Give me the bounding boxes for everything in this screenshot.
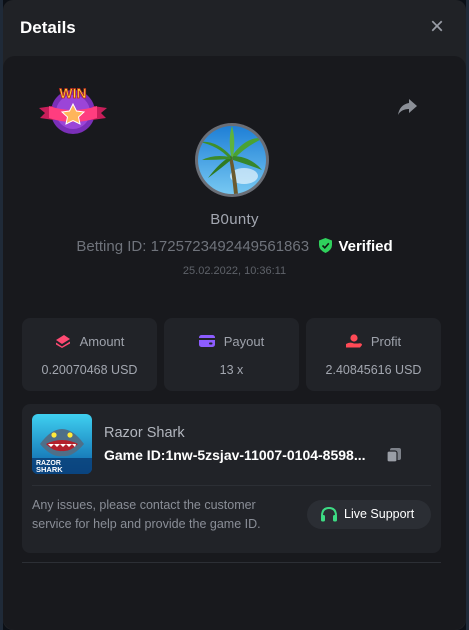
stats-row: Amount 0.20070468 USD Payout 13 x Profit… (22, 318, 441, 391)
avatar-image (198, 126, 266, 194)
stat-amount-value: 0.20070468 USD (41, 363, 138, 377)
close-icon[interactable]: × (426, 15, 448, 39)
stat-payout-value: 13 x (219, 363, 244, 377)
modal-header: Details × (3, 0, 466, 56)
hand-coin-icon (345, 334, 362, 348)
bet-datetime: 25.02.2022, 10:36:11 (182, 265, 287, 277)
betting-id-value: 1725723492449561863 (150, 238, 310, 255)
betting-id-label: Betting ID: (76, 238, 147, 255)
modal-title: Details (20, 18, 76, 37)
stat-amount-label: Amount (79, 334, 125, 349)
live-support-label: Live Support (344, 507, 415, 521)
game-id-value: 1nw-5zsjav-11007-0104-8598... (165, 447, 366, 463)
stat-profit-label: Profit (370, 334, 402, 349)
username: B0unty (210, 211, 259, 228)
share-icon[interactable] (396, 96, 418, 118)
stat-payout-label: Payout (223, 334, 265, 349)
betting-id-row: Betting ID: 1725723492449561863 Verified (3, 238, 466, 255)
stat-payout: Payout 13 x (164, 318, 299, 391)
verified-label: Verified (338, 238, 393, 255)
copy-icon[interactable] (385, 446, 403, 464)
thumb-text-shark: SHARK (36, 465, 63, 474)
details-modal: Details × WIN B0unty Betting ID: 1725723… (3, 0, 466, 630)
svg-text:WIN: WIN (59, 85, 86, 101)
wallet-icon (198, 335, 215, 347)
stat-profit: Profit 2.40845616 USD (306, 318, 441, 391)
game-id-label: Game ID: (104, 447, 166, 463)
stat-amount: Amount 0.20070468 USD (22, 318, 157, 391)
live-support-button[interactable]: Live Support (307, 500, 431, 529)
details-panel: WIN B0unty Betting ID: 17257234924495618… (3, 56, 466, 630)
game-card: RAZOR SHARK Razor Shark Game ID:1nw-5zsj… (22, 404, 441, 553)
bottom-divider (22, 562, 441, 563)
headset-icon (321, 506, 337, 522)
card-divider (32, 485, 431, 486)
stat-profit-value: 2.40845616 USD (325, 363, 422, 377)
support-message: Any issues, please contact the customer … (32, 498, 261, 531)
game-id: Game ID:1nw-5zsjav-11007-0104-8598... (104, 447, 380, 463)
game-thumbnail[interactable]: RAZOR SHARK (32, 414, 92, 474)
win-badge-icon: WIN (39, 85, 107, 134)
avatar (195, 123, 269, 197)
game-name: Razor Shark (104, 425, 185, 441)
razor-shark-thumbnail-image: RAZOR SHARK (32, 414, 92, 474)
coins-icon (55, 335, 70, 348)
verified-shield-icon (319, 238, 333, 253)
